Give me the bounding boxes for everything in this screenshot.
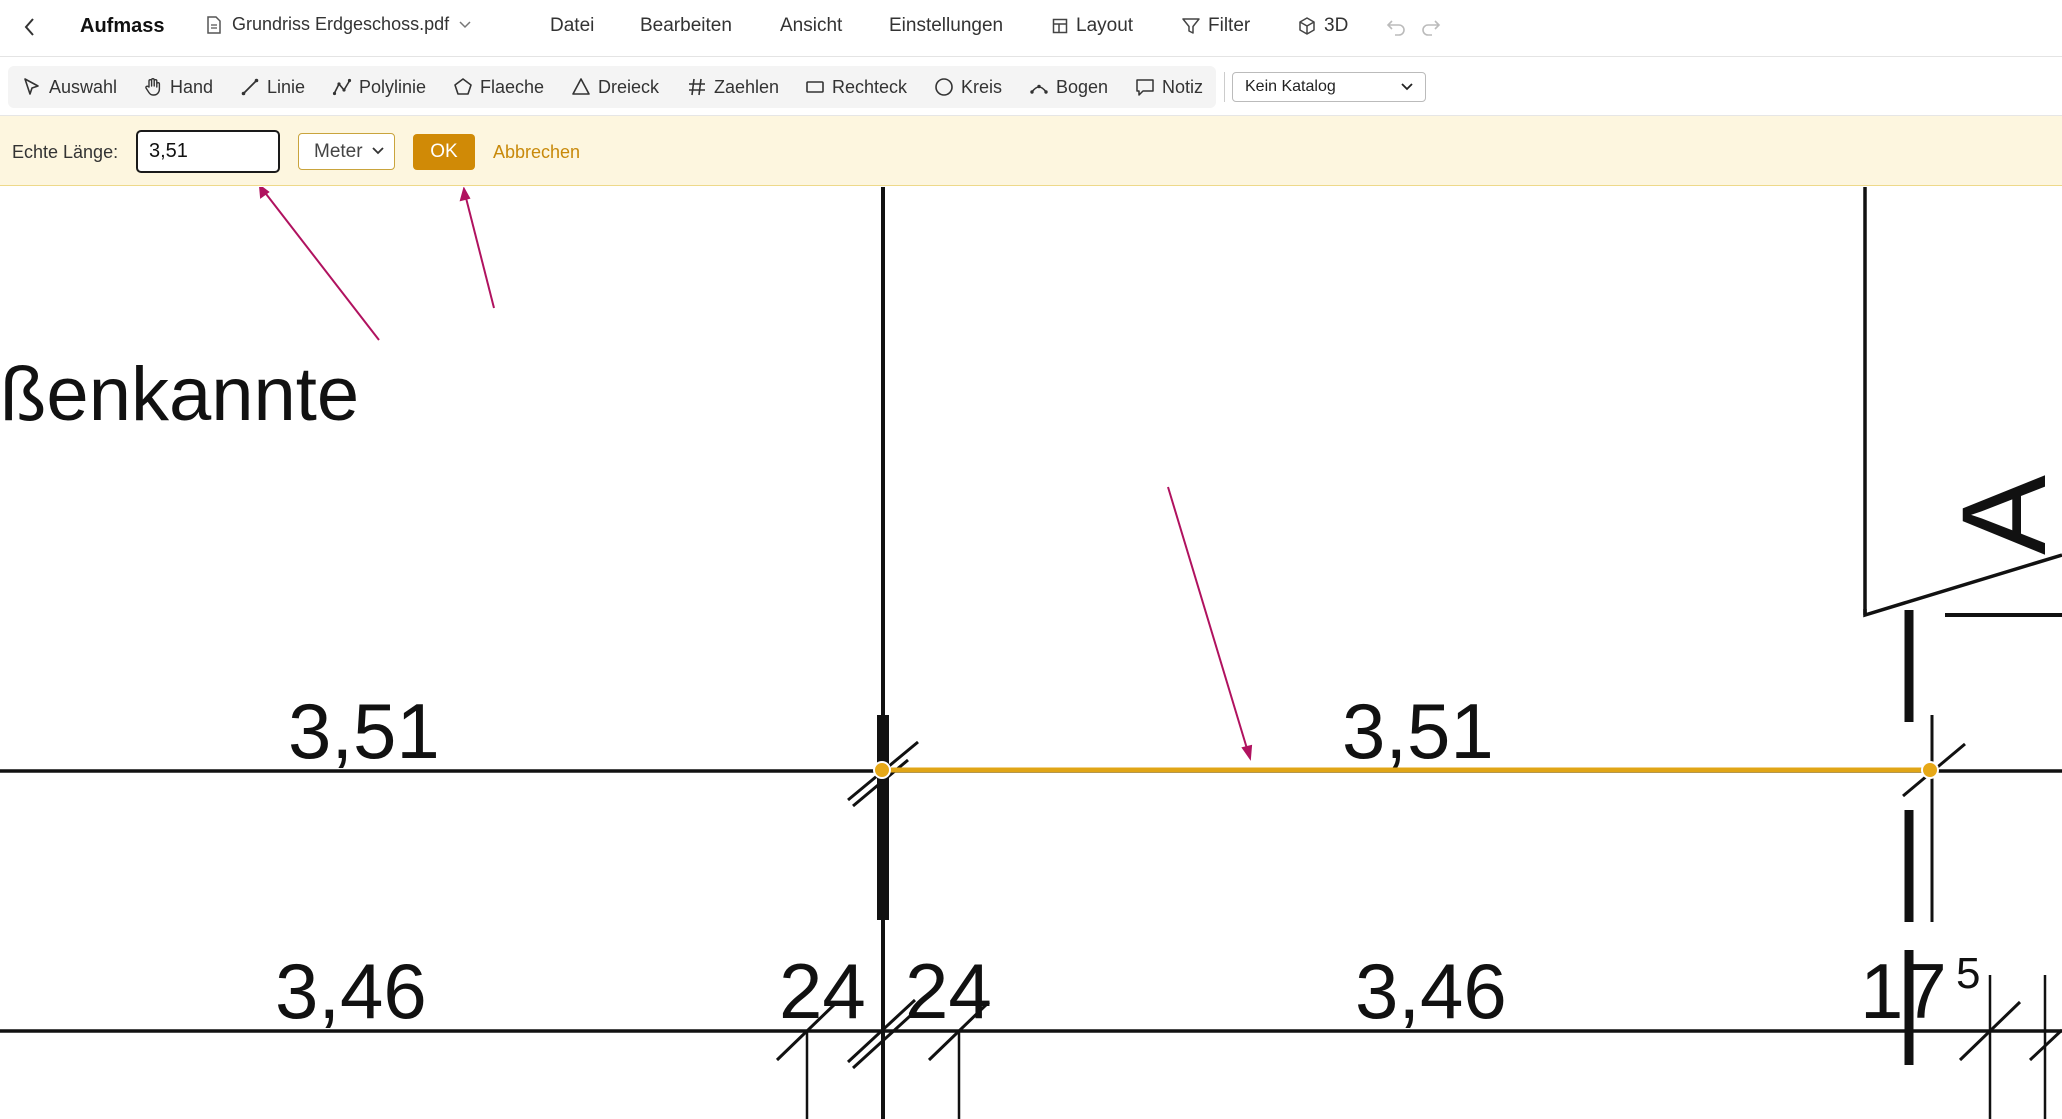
tool-polylinie[interactable]: Polylinie [332, 66, 426, 108]
dimension-label: 3,46 [275, 947, 427, 1035]
measure-handle-start[interactable] [873, 761, 891, 779]
layout-button[interactable]: Layout [1052, 15, 1133, 37]
comment-icon [1136, 79, 1154, 96]
line-icon [241, 78, 259, 96]
layout-label: Layout [1076, 15, 1134, 36]
file-selector[interactable]: Grundriss Erdgeschoss.pdf [206, 14, 471, 35]
tool-label: Kreis [961, 76, 1003, 97]
view-3d-button[interactable]: 3D [1298, 15, 1348, 37]
polyline-icon [332, 78, 352, 96]
view-3d-label: 3D [1324, 15, 1349, 36]
toolbar-divider [1224, 72, 1225, 102]
menu-bearbeiten[interactable]: Bearbeiten [640, 15, 732, 37]
triangle-icon [572, 78, 590, 95]
annotation-arrows [259, 187, 1253, 761]
tool-label: Linie [267, 76, 306, 97]
ok-button[interactable]: OK [413, 134, 475, 170]
tool-label: Flaeche [480, 76, 545, 97]
tool-label: Bogen [1056, 76, 1109, 97]
tool-hand[interactable]: Hand [143, 66, 213, 108]
document-icon [207, 15, 221, 34]
filter-label: Filter [1208, 15, 1251, 36]
pentagon-icon [454, 78, 472, 95]
tool-label: Dreieck [598, 76, 660, 97]
tool-rechteck[interactable]: Rechteck [805, 66, 907, 108]
filter-button[interactable]: Filter [1182, 15, 1250, 37]
catalog-select[interactable]: Kein Katalog [1232, 72, 1426, 102]
chevron-down-icon [372, 147, 384, 155]
plan-labels: ßenkannte 3,51 3,51 3,46 24 24 3,46 17 5… [0, 352, 2062, 1035]
tool-label: Auswahl [49, 76, 118, 97]
dimension-label: 3,51 [1342, 687, 1494, 775]
real-length-label: Echte Länge: [12, 142, 119, 162]
door-letter: A [1937, 475, 2062, 555]
unit-select[interactable]: Meter [298, 133, 395, 170]
dimension-label: 17 [1860, 947, 1947, 1035]
filter-icon [1182, 18, 1200, 34]
floor-plan: ßenkannte 3,51 3,51 3,46 24 24 3,46 17 5… [0, 187, 2062, 1119]
cancel-button[interactable]: Abbrechen [493, 142, 580, 163]
tool-label: Notiz [1162, 76, 1204, 97]
tool-linie[interactable]: Linie [240, 66, 305, 108]
tool-flaeche[interactable]: Flaeche [453, 66, 544, 108]
tool-label: Hand [170, 76, 214, 97]
tool-notiz[interactable]: Notiz [1135, 66, 1203, 108]
tool-dreieck[interactable]: Dreieck [571, 66, 659, 108]
chevron-down-icon [1401, 83, 1413, 91]
layout-icon [1052, 18, 1068, 34]
measure-handle-end[interactable] [1921, 761, 1939, 779]
tool-label: Polylinie [359, 76, 427, 97]
unit-selected: Meter [314, 140, 363, 162]
dimension-label: 24 [905, 947, 992, 1035]
menu-ansicht[interactable]: Ansicht [780, 15, 842, 37]
menu-datei[interactable]: Datei [550, 15, 594, 37]
redo-icon[interactable] [1420, 16, 1442, 38]
real-length-input[interactable] [136, 130, 280, 173]
menu-einstellungen[interactable]: Einstellungen [889, 15, 1003, 37]
app-title: Aufmass [80, 15, 165, 37]
back-chevron-icon[interactable] [20, 14, 40, 40]
hand-icon [145, 78, 161, 96]
file-name: Grundriss Erdgeschoss.pdf [232, 14, 450, 34]
arc-icon [1030, 84, 1048, 94]
plan-heading-fragment: ßenkannte [0, 352, 359, 437]
undo-icon[interactable] [1385, 16, 1407, 38]
cursor-icon [24, 78, 39, 95]
chevron-down-icon [459, 20, 471, 28]
tool-auswahl[interactable]: Auswahl [22, 66, 117, 108]
tool-kreis[interactable]: Kreis [934, 66, 1002, 108]
dimension-label: 24 [779, 947, 866, 1035]
hash-icon [689, 78, 705, 96]
tool-label: Rechteck [832, 76, 908, 97]
rectangle-icon [806, 81, 824, 93]
dimension-superscript: 5 [1956, 949, 1980, 998]
circle-icon [935, 78, 953, 96]
drawing-canvas[interactable]: ßenkannte 3,51 3,51 3,46 24 24 3,46 17 5… [0, 187, 2062, 1119]
tool-zaehlen[interactable]: Zaehlen [687, 66, 779, 108]
top-bar: Aufmass Grundriss Erdgeschoss.pdf Datei … [0, 0, 2062, 57]
tool-bogen[interactable]: Bogen [1029, 66, 1108, 108]
cube-icon [1299, 17, 1315, 35]
catalog-selected: Kein Katalog [1245, 78, 1336, 95]
tool-label: Zaehlen [714, 76, 780, 97]
dimension-label: 3,51 [288, 687, 440, 775]
dimension-label: 3,46 [1355, 947, 1507, 1035]
